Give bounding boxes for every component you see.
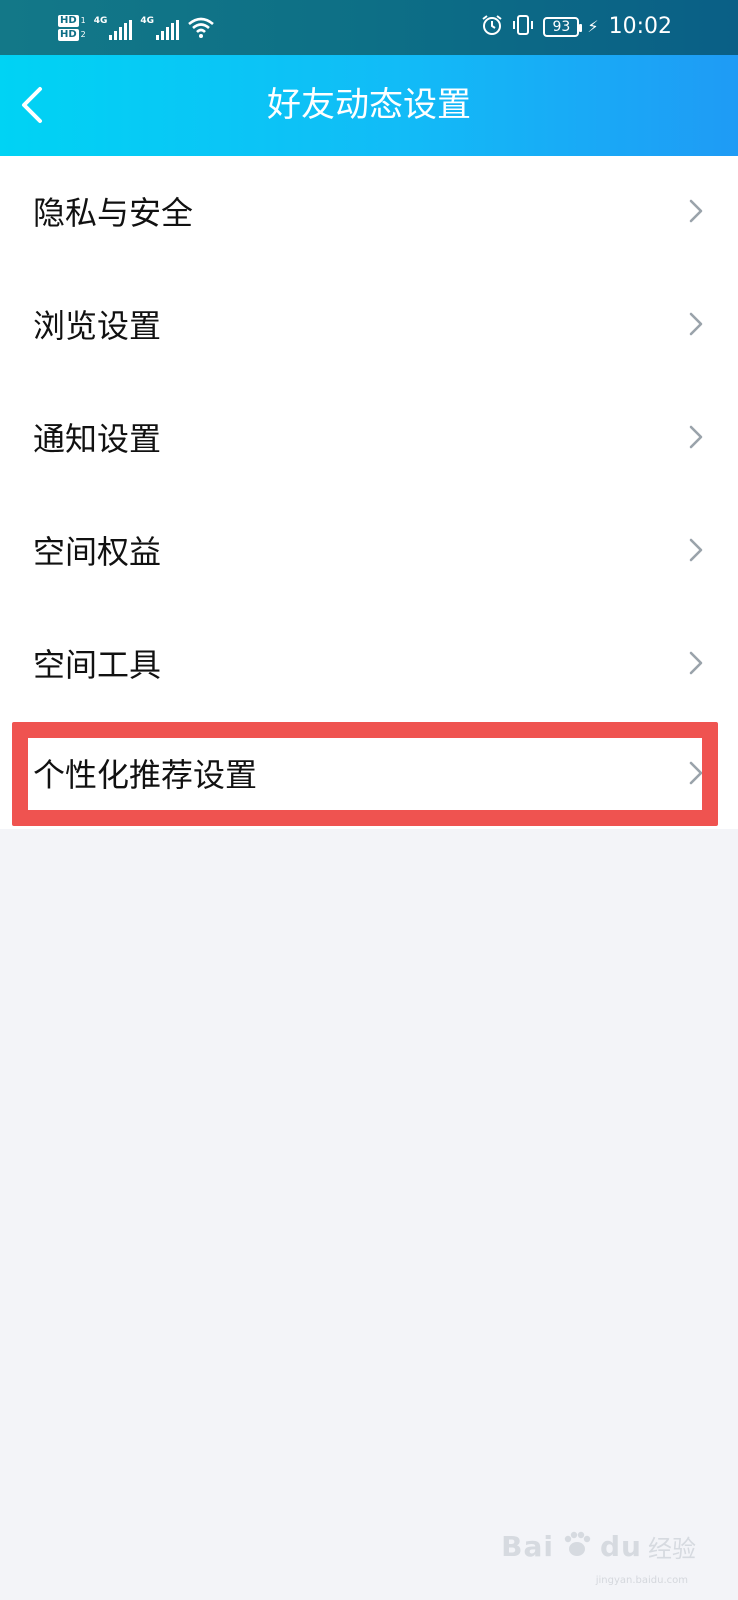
- status-bar-left: HD 1 HD 2 4G 4G: [58, 8, 215, 48]
- watermark-url: jingyan.baidu.com: [595, 1575, 688, 1586]
- wifi-icon: [187, 17, 215, 39]
- menu-item-space-benefits[interactable]: 空间权益: [0, 495, 738, 608]
- page-title: 好友动态设置: [267, 85, 471, 125]
- signal-icon: [156, 20, 180, 40]
- menu-item-space-tools[interactable]: 空间工具: [0, 608, 738, 721]
- hd-badge-1-sub: 1: [80, 16, 86, 25]
- nav-header: 好友动态设置: [0, 55, 738, 156]
- signal-2: 4G: [140, 16, 180, 40]
- hd-badge-2: HD: [58, 29, 79, 41]
- charging-icon: ⚡: [587, 17, 599, 36]
- network-type-2: 4G: [140, 16, 155, 26]
- watermark: Bai du 经验: [501, 1526, 696, 1566]
- menu-item-label: 空间工具: [33, 645, 162, 684]
- menu-item-label: 浏览设置: [33, 306, 162, 345]
- menu-item-label: 空间权益: [33, 532, 162, 571]
- vibrate-icon: [511, 14, 535, 40]
- settings-list: 隐私与安全 浏览设置 通知设置 空间权益 空间工具 个性化推荐设置: [0, 156, 738, 829]
- paw-icon: [560, 1527, 594, 1565]
- clock: 10:02: [608, 14, 672, 39]
- watermark-cn: 经验: [648, 1534, 696, 1563]
- signal-icon: [109, 20, 133, 40]
- menu-item-notification-settings[interactable]: 通知设置: [0, 382, 738, 495]
- chevron-right-icon: [688, 537, 704, 567]
- alarm-icon: [481, 14, 503, 40]
- signal-1: 4G: [94, 16, 133, 40]
- chevron-right-icon: [688, 760, 704, 790]
- hd-indicators: HD 1 HD 2: [58, 15, 86, 41]
- chevron-right-icon: [688, 424, 704, 454]
- menu-item-label: 通知设置: [33, 419, 162, 458]
- menu-item-label: 个性化推荐设置: [33, 756, 258, 794]
- chevron-right-icon: [688, 650, 704, 680]
- hd-badge-1: HD: [58, 15, 79, 27]
- menu-item-privacy-security[interactable]: 隐私与安全: [0, 156, 738, 269]
- watermark-brand: Bai: [501, 1529, 555, 1563]
- status-bar: HD 1 HD 2 4G 4G 93 ⚡ 10:02: [0, 0, 738, 55]
- hd-badge-2-sub: 2: [80, 30, 86, 39]
- network-type-1: 4G: [93, 16, 108, 26]
- watermark-brand-2: du: [600, 1529, 642, 1563]
- chevron-right-icon: [688, 311, 704, 341]
- status-bar-right: 93 ⚡ 10:02: [481, 12, 672, 42]
- menu-item-label: 隐私与安全: [33, 193, 194, 232]
- menu-item-browse-settings[interactable]: 浏览设置: [0, 269, 738, 382]
- chevron-right-icon: [688, 198, 704, 228]
- battery-icon: 93: [543, 17, 583, 37]
- menu-item-personalized-recommendation[interactable]: 个性化推荐设置: [0, 721, 738, 829]
